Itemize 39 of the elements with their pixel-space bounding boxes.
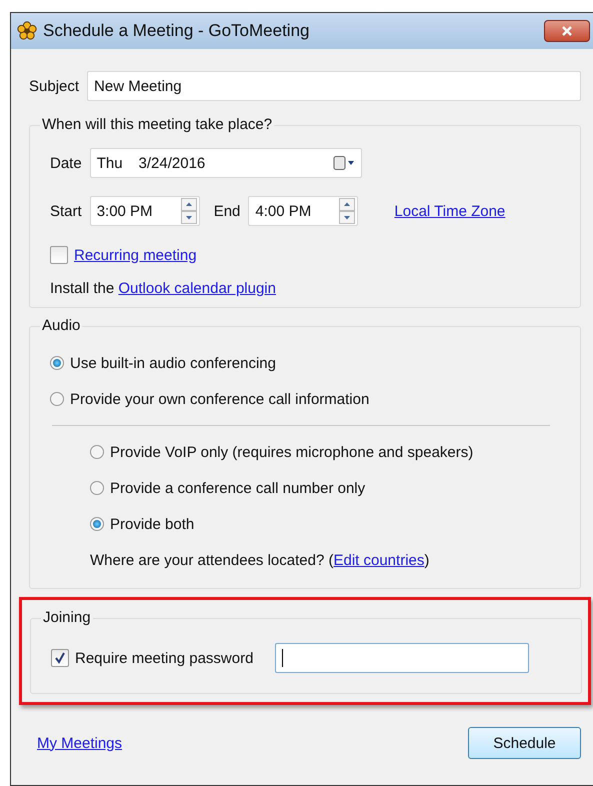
radio-label: Provide both [110,516,194,532]
radio-label: Use built-in audio conferencing [70,354,276,372]
spinner-icon[interactable] [339,198,356,224]
start-label: Start [50,202,82,220]
end-time-field[interactable]: 4:00 PM [248,196,358,226]
date-picker[interactable]: Thu 3/24/2016 [90,148,362,178]
attendees-note: Where are your attendees located? (Edit countries) [90,552,430,568]
schedule-button[interactable]: Schedule [468,727,581,759]
radio-label: Provide a conference call number only [110,480,366,496]
close-button[interactable] [544,20,590,42]
spinner-icon[interactable] [180,198,197,224]
end-label: End [214,202,240,220]
recurring-checkbox[interactable] [50,246,68,264]
date-label: Date [50,154,82,172]
password-label: Require meeting password [75,650,254,666]
close-icon [561,26,573,36]
radio-button[interactable] [50,356,64,370]
radio-label: Provide VoIP only (requires microphone and speakers) [110,444,474,460]
plugin-text: Install the Outlook calendar plugin [50,280,276,297]
flower-icon [17,21,37,41]
start-time-field[interactable]: 3:00 PM [90,196,200,226]
calendar-dropdown-icon[interactable] [332,155,355,171]
group-legend: When will this meeting take place? [40,116,274,133]
password-checkbox[interactable] [51,649,69,667]
outlook-plugin-link[interactable]: Outlook calendar plugin [118,280,276,297]
subject-label: Subject [29,78,80,94]
radio-button[interactable] [90,445,104,459]
recurring-meeting-link[interactable]: Recurring meeting [74,246,197,264]
my-meetings-link[interactable]: My Meetings [37,734,122,752]
radio-label: Provide your own conference call information [70,390,370,408]
radio-button[interactable] [50,392,64,406]
time-zone-link[interactable]: Local Time Zone [394,202,506,220]
subject-field[interactable]: New Meeting [87,71,581,101]
window-title: Schedule a Meeting - GoToMeeting [43,21,310,41]
radio-button[interactable] [90,481,104,495]
group-legend: Joining [41,609,93,626]
password-field[interactable] [275,643,530,673]
edit-countries-link[interactable]: Edit countries [333,552,424,568]
radio-button[interactable] [90,517,104,531]
